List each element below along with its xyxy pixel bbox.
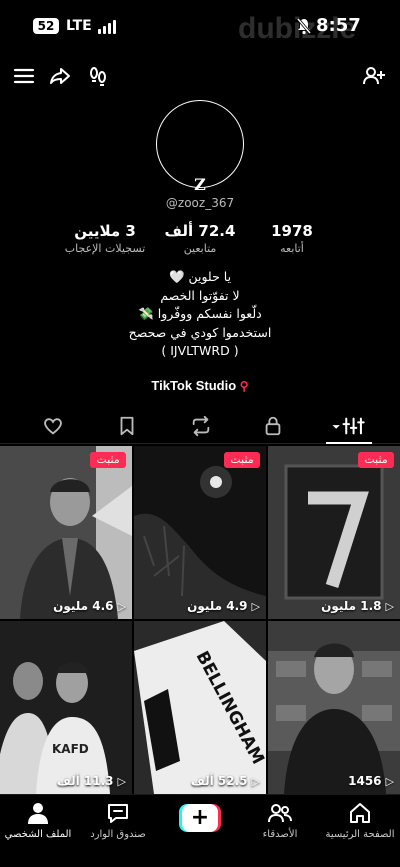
signal-badge: 52 <box>33 18 59 34</box>
pinned-badge: مثبت <box>90 452 126 468</box>
heart-icon[interactable] <box>42 415 64 437</box>
play-icon: ▷ <box>251 600 260 613</box>
following-label: أتابعه <box>280 242 304 255</box>
video-thumbnail[interactable]: مثبت ▷4.6 مليون <box>0 446 132 619</box>
nav-friends-label: الأصدقاء <box>262 829 298 840</box>
footprints-icon[interactable] <box>86 64 110 88</box>
top-nav <box>0 60 400 92</box>
repost-icon[interactable] <box>190 415 212 437</box>
video-thumbnail[interactable]: مثبت ▷1.8 مليون <box>268 446 400 619</box>
view-count: ▷1.8 مليون <box>321 599 394 613</box>
plus-icon: + <box>182 804 218 832</box>
share-icon[interactable] <box>48 64 72 88</box>
profile-stats: 1978 أتابعه 72.4 ألف متابعين 3 ملايين تس… <box>0 222 400 258</box>
bottom-nav: الصفحة الرئيسية الأصدقاء + صندوق الوارد … <box>0 794 400 867</box>
views-value: 52.5 ألف <box>190 774 248 788</box>
view-count: ▷11.3 ألف <box>57 774 126 788</box>
views-value: 1456 <box>348 774 382 788</box>
play-icon: ▷ <box>117 775 126 788</box>
following-count: 1978 <box>271 222 313 240</box>
grid-icon[interactable] <box>328 415 370 437</box>
studio-person-icon: ⚲ <box>239 379 249 393</box>
bio-line: استخدموا كودي في صحصح <box>128 324 272 340</box>
view-count: ▷52.5 ألف <box>191 774 260 788</box>
menu-icon[interactable] <box>12 64 36 88</box>
bio-line: يا حلوين 🤍 <box>168 269 232 284</box>
svg-text:KAFD: KAFD <box>52 742 89 756</box>
display-name: Z <box>194 175 206 194</box>
jersey-bellingham-thumbnail: BELLINGHAM <box>134 621 266 794</box>
bookmark-icon[interactable] <box>116 415 138 437</box>
nav-inbox[interactable]: صندوق الوارد <box>78 801 158 840</box>
bio: يا حلوين 🤍 لا تفوّتوا الخصم دلّعوا نفسكم… <box>0 268 400 361</box>
play-icon: ▷ <box>251 775 260 788</box>
stat-likes[interactable]: 3 ملايين تسجيلات الإعجاب <box>50 222 160 255</box>
bio-line: لا تفوّتوا الخصم <box>160 287 240 303</box>
nav-home-label: الصفحة الرئيسية <box>325 829 395 840</box>
interview-thumbnail <box>268 621 400 794</box>
nav-profile-label: الملف الشخصي <box>4 829 72 840</box>
profile-icon <box>28 803 48 824</box>
views-value: 4.6 مليون <box>53 599 114 613</box>
view-count: ▷4.9 مليون <box>187 599 260 613</box>
video-thumbnail[interactable]: BELLINGHAM ▷52.5 ألف <box>134 621 266 794</box>
video-grid: مثبت ▷1.8 مليون مثبت ▷4.9 مليون مثبت ▷4.… <box>0 446 400 794</box>
signal-bars-icon <box>98 18 120 34</box>
number-7-thumbnail <box>268 446 400 619</box>
teammates-thumbnail: KAFD <box>0 621 132 794</box>
status-bar: 52 LTE dubizzle 8:57 <box>0 0 400 52</box>
stat-following[interactable]: 1978 أتابعه <box>262 222 322 255</box>
pinned-badge: مثبت <box>358 452 394 468</box>
tiktok-studio-link[interactable]: TikTok Studio ⚲ <box>0 378 400 393</box>
mute-bell-icon <box>296 18 312 35</box>
likes-count: 3 ملايين <box>74 222 136 240</box>
nav-inbox-label: صندوق الوارد <box>90 829 146 840</box>
video-thumbnail[interactable]: مثبت ▷4.9 مليون <box>134 446 266 619</box>
video-thumbnail[interactable]: KAFD ▷11.3 ألف <box>0 621 132 794</box>
followers-count: 72.4 ألف <box>164 222 236 240</box>
nav-home[interactable]: الصفحة الرئيسية <box>320 801 400 840</box>
video-thumbnail[interactable]: ▷1456 <box>268 621 400 794</box>
username: @zooz_367 <box>165 196 235 210</box>
studio-label: TikTok Studio <box>151 378 237 393</box>
views-value: 11.3 ألف <box>56 774 114 788</box>
play-icon: ▷ <box>385 775 394 788</box>
view-count: ▷1456 <box>348 774 394 788</box>
views-value: 1.8 مليون <box>321 599 382 613</box>
network-type: LTE <box>66 18 92 34</box>
inbox-icon <box>108 804 128 823</box>
play-icon: ▷ <box>117 600 126 613</box>
bio-line: ( IJVLTWRD ) <box>161 343 239 358</box>
friends-icon <box>268 804 292 823</box>
stat-followers[interactable]: 72.4 ألف متابعين <box>160 222 240 255</box>
pinned-badge: مثبت <box>224 452 260 468</box>
lock-icon[interactable] <box>262 415 284 437</box>
clock: 8:57 <box>316 15 361 36</box>
profile-tabs <box>0 410 400 444</box>
followers-label: متابعين <box>183 242 217 255</box>
active-tab-indicator <box>326 442 372 444</box>
create-button[interactable]: + <box>179 804 221 832</box>
nav-friends[interactable]: الأصدقاء <box>240 801 320 840</box>
bio-line: دلّعوا نفسكم ووفّروا 💸 <box>138 306 262 321</box>
views-value: 4.9 مليون <box>187 599 248 613</box>
add-friend-icon[interactable] <box>362 64 386 88</box>
likes-label: تسجيلات الإعجاب <box>64 242 146 255</box>
nav-profile[interactable]: الملف الشخصي <box>0 801 78 840</box>
view-count: ▷4.6 مليون <box>53 599 126 613</box>
player-smiling-thumbnail <box>0 446 132 619</box>
play-icon: ▷ <box>385 600 394 613</box>
night-moon-thumbnail <box>134 446 266 619</box>
home-icon <box>350 803 370 823</box>
